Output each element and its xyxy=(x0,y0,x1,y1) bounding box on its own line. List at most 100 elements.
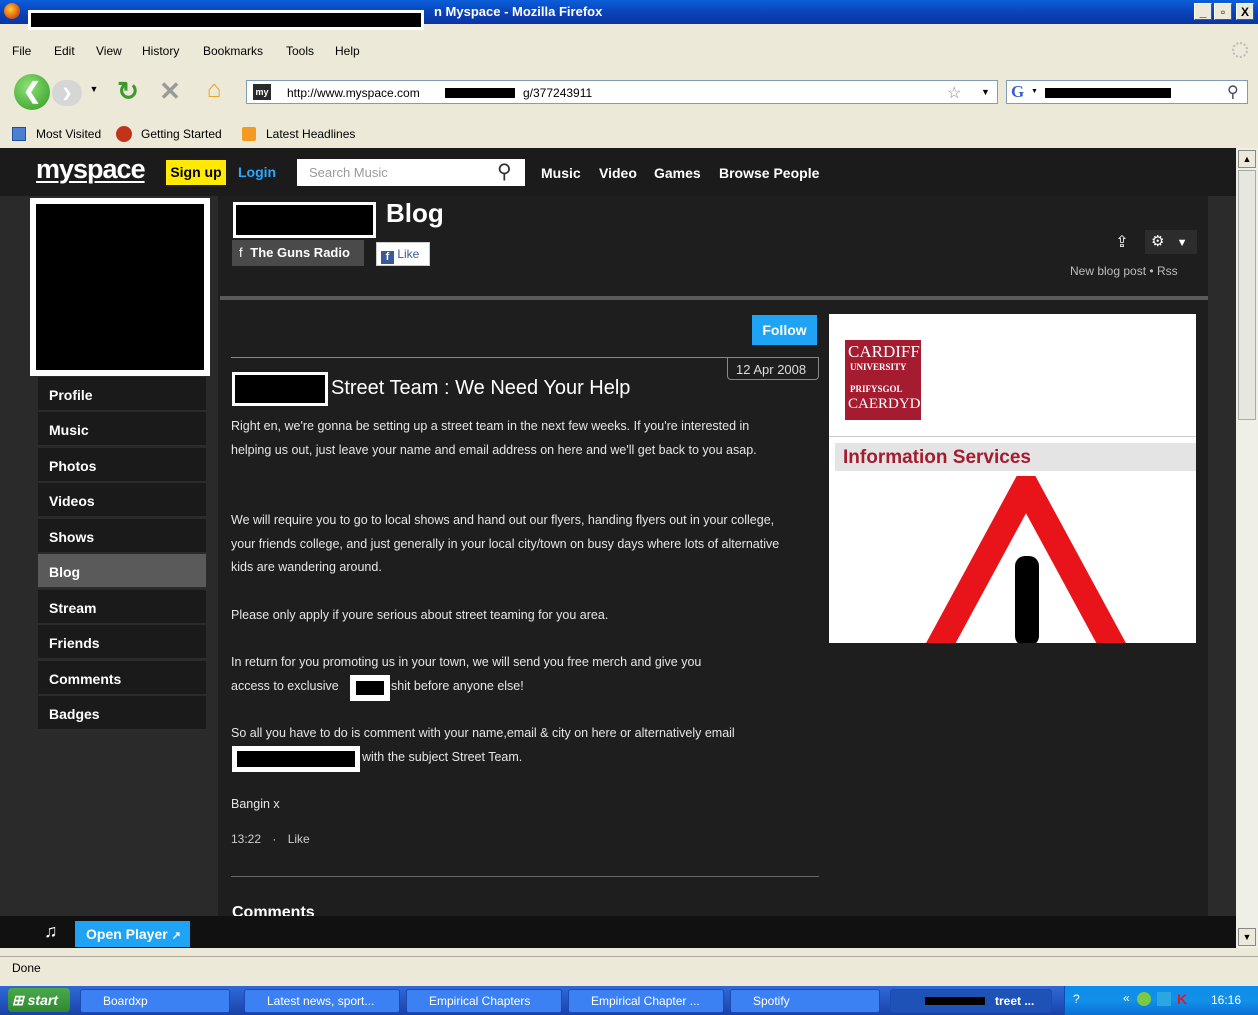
zotero-tray-icon[interactable] xyxy=(1157,992,1171,1006)
sidebar-item-friends[interactable]: Friends xyxy=(38,625,206,659)
getting-started-icon xyxy=(116,126,132,142)
search-music-input[interactable]: Search Music ⚲ xyxy=(297,159,525,186)
scroll-down-button[interactable]: ▼ xyxy=(1238,928,1256,946)
close-button[interactable]: X xyxy=(1236,3,1254,20)
profile-photo[interactable] xyxy=(30,198,210,376)
myspace-logo[interactable]: myspace xyxy=(36,154,146,185)
most-visited-icon xyxy=(12,127,26,141)
scroll-up-button[interactable]: ▲ xyxy=(1238,150,1256,168)
header-divider xyxy=(220,296,1208,300)
start-label: start xyxy=(27,992,58,1008)
bookmark-latest-headlines[interactable]: Latest Headlines xyxy=(266,127,355,141)
facebook-like-label: Like xyxy=(397,247,420,261)
topnav-music[interactable]: Music xyxy=(541,165,581,181)
sidebar-item-videos[interactable]: Videos xyxy=(38,483,206,517)
signup-button[interactable]: Sign up xyxy=(166,160,226,185)
sidebar-item-photos[interactable]: Photos xyxy=(38,448,206,482)
player-bar: ♫ Open Player ↗ xyxy=(0,916,1236,948)
reload-icon[interactable]: ↻ xyxy=(114,76,142,107)
search-icon[interactable]: ⚲ xyxy=(497,159,512,184)
task-empirical-chapter-doc[interactable]: Empirical Chapter ... xyxy=(568,989,724,1013)
magnifier-icon[interactable]: ⚲ xyxy=(1227,82,1239,102)
topnav-video[interactable]: Video xyxy=(599,165,637,181)
bookmark-getting-started[interactable]: Getting Started xyxy=(141,127,222,141)
facebook-icon: f xyxy=(381,251,394,264)
topnav-games[interactable]: Games xyxy=(654,165,701,181)
stop-icon[interactable]: ✕ xyxy=(156,76,184,107)
facebook-page-link[interactable]: f The Guns Radio xyxy=(232,240,364,266)
bookmarks-toolbar: Most Visited Getting Started Latest Head… xyxy=(0,122,1258,146)
external-arrow-icon: ↗ xyxy=(171,930,181,942)
sidebar-item-blog[interactable]: Blog xyxy=(38,554,206,588)
comments-divider xyxy=(231,876,819,877)
home-icon[interactable]: ⌂ xyxy=(200,76,228,104)
post-like-link[interactable]: Like xyxy=(288,832,310,846)
back-button[interactable]: ❮ xyxy=(14,74,50,110)
menu-help[interactable]: Help xyxy=(335,44,360,58)
menu-history[interactable]: History xyxy=(142,44,179,58)
warning-sign-icon xyxy=(926,476,1126,643)
post-signoff: Bangin x xyxy=(231,797,280,811)
menu-file[interactable]: File xyxy=(12,44,31,58)
facebook-like-button[interactable]: f Like xyxy=(376,242,430,266)
menu-tools[interactable]: Tools xyxy=(286,44,314,58)
post-meta: 13:22 · Like xyxy=(231,832,310,846)
settings-gear-button[interactable]: ⚙ ▼ xyxy=(1145,230,1197,254)
sidebar-item-shows[interactable]: Shows xyxy=(38,519,206,553)
post-date: 12 Apr 2008 xyxy=(736,362,807,377)
post-paragraph-4b-start: access to exclusive xyxy=(231,679,339,693)
open-player-button[interactable]: Open Player ↗ xyxy=(75,921,190,947)
advertisement[interactable]: CARDIFF UNIVERSITY PRIFYSGOL CAERDYDD In… xyxy=(829,314,1196,643)
sidebar-item-music[interactable]: Music xyxy=(38,412,206,446)
history-dropdown-icon[interactable]: ▼ xyxy=(88,84,100,94)
vertical-scrollbar[interactable]: ▲ ▼ xyxy=(1236,148,1258,948)
rss-link[interactable]: Rss xyxy=(1157,264,1178,278)
task-empirical-chapters-folder[interactable]: Empirical Chapters xyxy=(406,989,562,1013)
login-link[interactable]: Login xyxy=(238,164,276,180)
sidebar-item-stream[interactable]: Stream xyxy=(38,590,206,624)
status-text: Done xyxy=(12,961,41,975)
task-firefox-active[interactable]: treet ... xyxy=(890,989,1052,1013)
url-bar[interactable]: my http://www.myspace.com g/377243911 ☆ … xyxy=(246,80,998,104)
clock: 16:16 xyxy=(1211,993,1242,1007)
taskbar: ⊞ start Boardxp Latest news, sport... Em… xyxy=(0,986,1258,1015)
task-spotify[interactable]: Spotify xyxy=(730,989,880,1013)
start-button[interactable]: ⊞ start xyxy=(8,988,70,1012)
task-latest-news[interactable]: Latest news, sport... xyxy=(244,989,400,1013)
redacted-title xyxy=(28,10,424,30)
forward-button[interactable]: ❯ xyxy=(52,80,82,106)
bookmark-star-icon[interactable]: ☆ xyxy=(947,83,961,103)
kaspersky-tray-icon[interactable]: K xyxy=(1177,991,1187,1007)
share-button[interactable]: ⇪ xyxy=(1111,232,1133,254)
sidebar-item-profile[interactable]: Profile xyxy=(38,377,206,411)
menu-view[interactable]: View xyxy=(96,44,122,58)
menu-edit[interactable]: Edit xyxy=(54,44,75,58)
scroll-thumb[interactable] xyxy=(1238,170,1256,420)
sidebar-item-badges[interactable]: Badges xyxy=(38,696,206,730)
menu-bookmarks[interactable]: Bookmarks xyxy=(203,44,263,58)
help-icon[interactable]: ? xyxy=(1073,992,1080,1006)
post-time: 13:22 xyxy=(231,832,262,846)
sidebar-item-comments[interactable]: Comments xyxy=(38,661,206,695)
maximize-button[interactable]: ▫ xyxy=(1214,3,1232,20)
post-date-tag: 12 Apr 2008 xyxy=(727,358,819,380)
right-gutter xyxy=(1208,196,1236,948)
google-icon[interactable]: G xyxy=(1011,82,1024,102)
spotify-tray-icon[interactable] xyxy=(1137,992,1151,1006)
search-engine-dropdown-icon[interactable]: ▼ xyxy=(1031,88,1038,95)
topnav-browse-people[interactable]: Browse People xyxy=(719,165,819,181)
facebook-f-icon: f xyxy=(239,245,243,260)
web-search-box[interactable]: G ▼ ⚲ xyxy=(1006,80,1248,104)
post-paragraph-2: We will require you to go to local shows… xyxy=(231,513,780,574)
rss-feed-icon xyxy=(242,127,256,141)
redacted-task-title xyxy=(925,997,985,1005)
bookmark-most-visited[interactable]: Most Visited xyxy=(36,127,101,141)
logo-line-2: UNIVERSITY xyxy=(850,362,907,372)
new-blog-post-link[interactable]: New blog post xyxy=(1070,264,1146,278)
tray-expand-icon[interactable]: « xyxy=(1123,991,1130,1005)
follow-button[interactable]: Follow xyxy=(752,315,817,345)
url-dropdown-icon[interactable]: ▼ xyxy=(981,87,990,97)
minimize-button[interactable]: _ xyxy=(1194,3,1212,20)
url-prefix: http://www.myspace.com xyxy=(287,86,420,100)
task-boardxp[interactable]: Boardxp xyxy=(80,989,230,1013)
